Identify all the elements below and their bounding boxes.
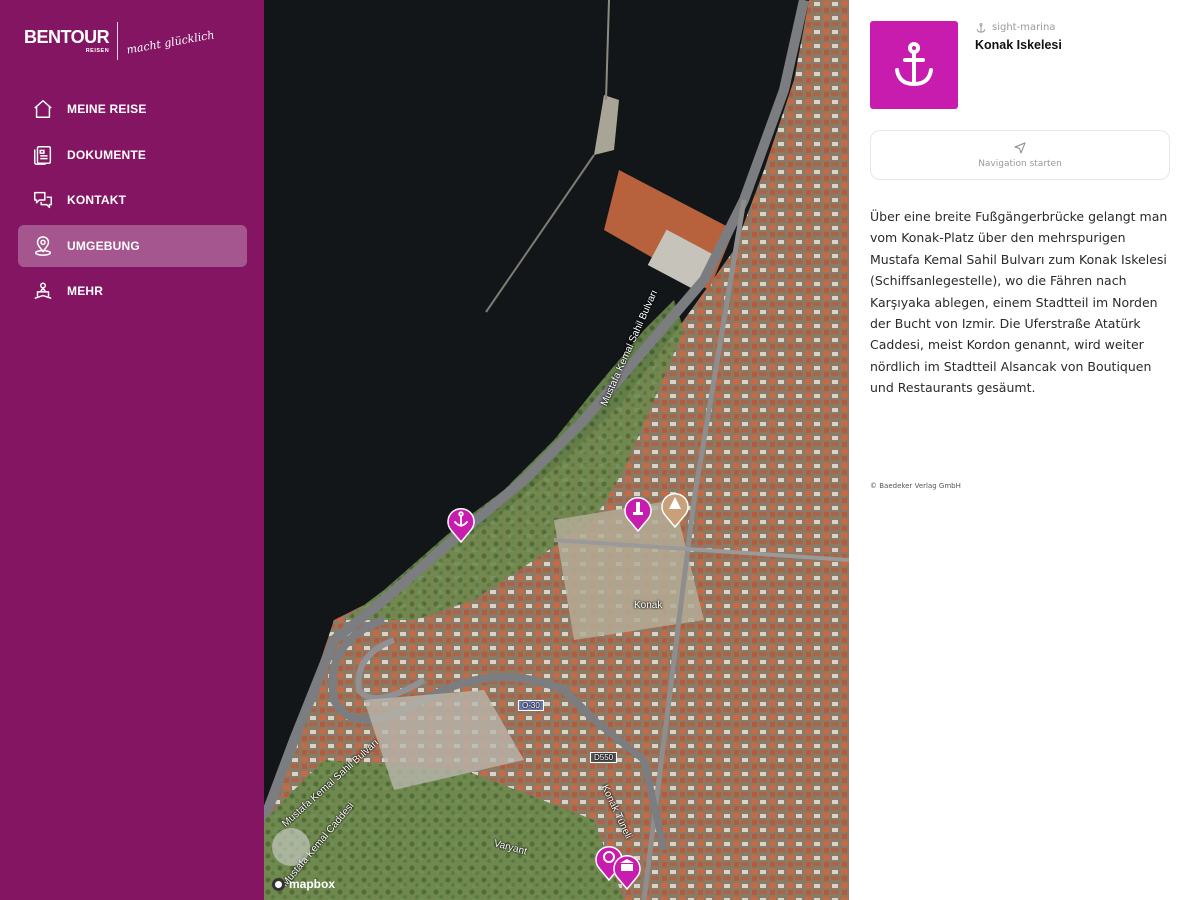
monument-icon [624,496,652,533]
sidebar-item-meine-reise[interactable]: MEINE REISE [18,88,247,130]
sidebar-item-label: MEINE REISE [67,102,147,116]
anchor-icon [447,507,475,544]
landmark-icon [661,492,689,529]
sidebar-item-mehr[interactable]: MEHR [18,270,247,312]
brand-tagline: macht glücklich [125,27,216,57]
sidebar-item-label: UMGEBUNG [67,238,140,253]
map-pin-museum[interactable] [612,852,642,891]
location-pin-icon [32,235,54,257]
category-label: sight-marina [992,22,1056,33]
start-navigation-label: Navigation starten [978,158,1062,169]
compass-button[interactable] [272,828,310,866]
brand-logo[interactable]: BENTOUR REISEN macht glücklich [24,20,216,62]
navigation-arrow-icon [1014,142,1026,153]
brand-sub: REISEN [85,48,110,54]
place-title: Konak Iskelesi [975,38,1062,52]
map-pin-landmark[interactable] [660,490,690,529]
brand-name: BENTOUR [24,27,110,47]
anchor-icon [895,42,933,87]
road-shield: D550 [590,752,618,763]
sidebar-nav: MEINE REISE DOKUMENTE KONTAKT UMGEBUNG M… [18,88,247,316]
place-category: sight-marina [976,22,1055,33]
museum-icon [613,854,641,891]
satellite-map[interactable]: Mustafa Kemal Sahil Bulvarı Mustafa Kema… [264,0,849,900]
sidebar: BENTOUR REISEN macht glücklich MEINE REI… [0,0,264,900]
map-pin-anchor[interactable] [446,505,476,544]
street-label: Konak [634,600,663,611]
more-icon [32,280,54,302]
sidebar-item-kontakt[interactable]: KONTAKT [18,179,247,221]
place-description: Über eine breite Fußgängerbrücke gelangt… [870,209,1168,396]
documents-icon [32,144,54,166]
road-shield: O-30 [518,700,544,711]
home-icon [32,98,54,120]
start-navigation-button[interactable]: Navigation starten [870,130,1170,180]
place-thumbnail [870,21,958,109]
place-detail-panel: sight-marina Konak Iskelesi Navigation s… [849,0,1200,900]
mapbox-attribution[interactable]: mapbox [272,877,335,891]
sidebar-item-label: MEHR [67,284,104,298]
sidebar-item-label: KONTAKT [67,193,127,207]
copyright-notice: © Baedeker Verlag GmbH [870,482,961,490]
map-pin-monument[interactable] [623,494,653,533]
sidebar-item-dokumente[interactable]: DOKUMENTE [18,134,247,176]
mapbox-logo-icon [272,877,285,891]
sidebar-item-umgebung[interactable]: UMGEBUNG [18,224,247,267]
sidebar-item-label: DOKUMENTE [67,147,147,162]
brand-divider [117,22,119,60]
attribution-text: mapbox [289,877,336,891]
anchor-icon [976,22,986,33]
chat-icon [32,189,54,211]
